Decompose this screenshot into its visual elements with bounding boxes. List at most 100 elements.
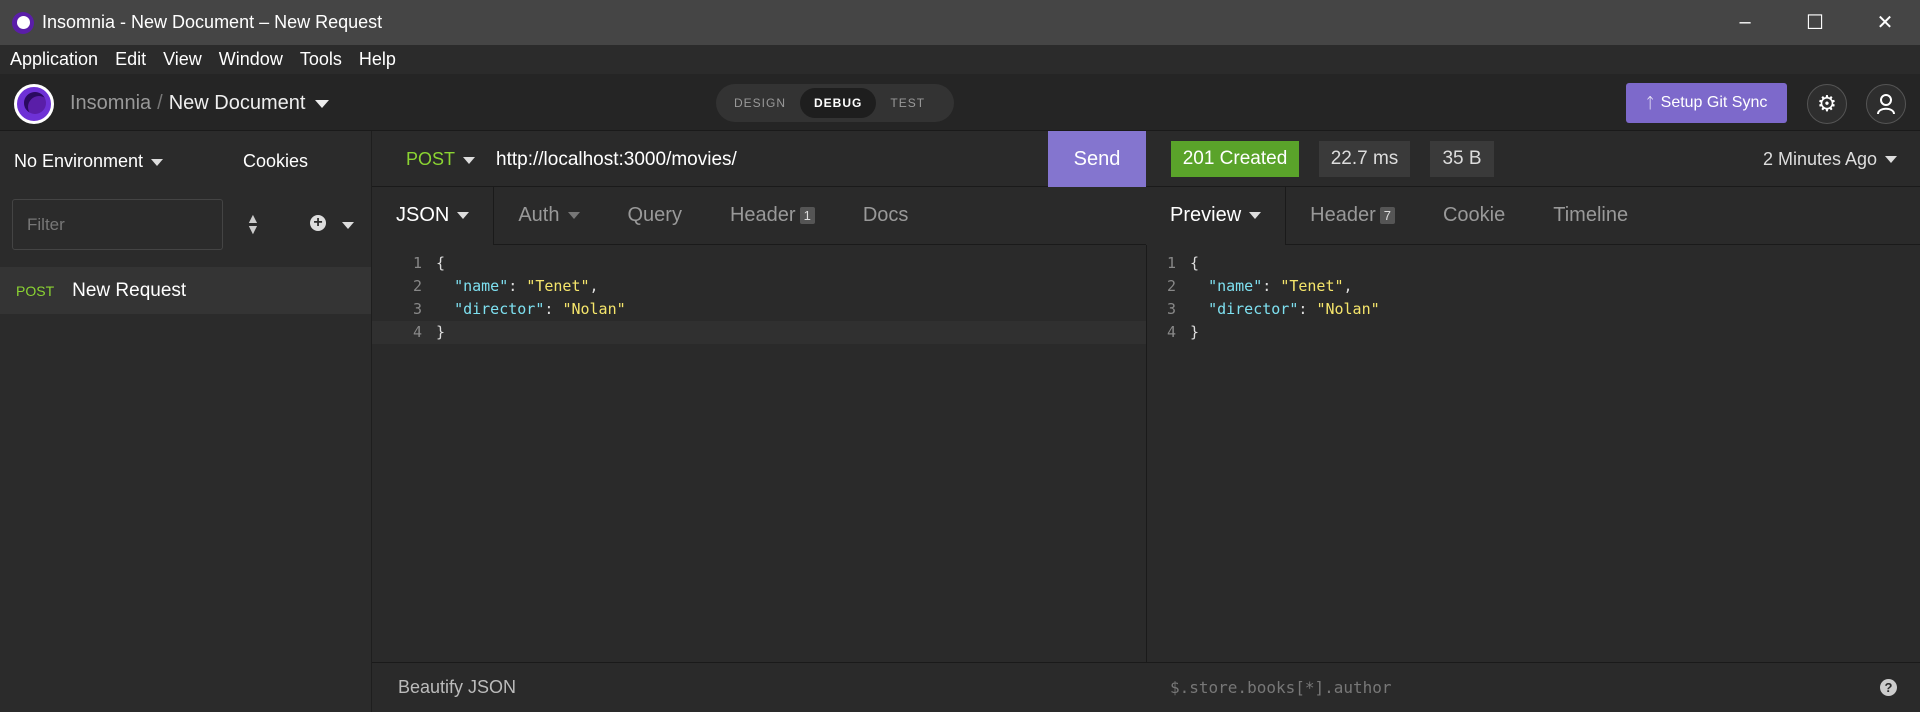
line-number: 3: [412, 300, 422, 318]
tab-preview-label: Preview: [1170, 204, 1242, 226]
method-dropdown[interactable]: POST: [406, 149, 476, 170]
json-value: "Tenet": [1280, 277, 1344, 295]
tab-header[interactable]: Header 1: [706, 187, 839, 245]
response-age: 2 Minutes Ago: [1762, 148, 1878, 169]
sort-icon[interactable]: ▲ ▼: [246, 211, 260, 236]
breadcrumb-separator: /: [157, 92, 163, 114]
code-text: {: [436, 254, 446, 272]
chevron-down-icon: [151, 158, 164, 166]
sidebar-filter-input[interactable]: Filter: [12, 199, 223, 250]
url-input[interactable]: http://localhost:3000/movies/: [496, 149, 737, 171]
line-number: 1: [1166, 254, 1176, 272]
cookies-button[interactable]: Cookies: [243, 151, 308, 172]
code-line: 1{: [372, 252, 1146, 275]
url-bar: POST http://localhost:3000/movies/ Send: [372, 131, 1146, 187]
tab-json[interactable]: JSON: [372, 186, 495, 245]
header-count-badge: 1: [799, 207, 815, 224]
code-line: 2 "name": "Tenet",: [372, 275, 1146, 298]
settings-gear-icon[interactable]: ⚙: [1807, 84, 1847, 124]
json-value: "Nolan": [1316, 300, 1380, 318]
code-line: 2 "name": "Tenet",: [1146, 275, 1920, 298]
breadcrumb-document[interactable]: New Document: [169, 92, 306, 114]
response-history-dropdown[interactable]: 2 Minutes Ago: [1750, 141, 1910, 177]
maximize-button[interactable]: ☐: [1780, 0, 1850, 45]
line-number: 4: [412, 323, 422, 341]
code-text: }: [436, 323, 446, 341]
breadcrumb-root[interactable]: Insomnia: [70, 92, 151, 114]
line-number: 3: [1166, 300, 1176, 318]
environment-dropdown[interactable]: No Environment: [14, 151, 164, 172]
chevron-down-icon: [457, 212, 470, 219]
window-titlebar: Insomnia - New Document – New Request – …: [0, 0, 1920, 45]
tab-auth-label: Auth: [518, 204, 560, 226]
request-name: New Request: [72, 279, 187, 301]
tab-query[interactable]: Query: [604, 187, 706, 245]
help-question-icon[interactable]: ?: [1880, 679, 1897, 696]
menu-tools[interactable]: Tools: [300, 49, 342, 70]
tab-docs[interactable]: Docs: [839, 187, 933, 245]
chevron-down-icon: [567, 212, 580, 219]
line-number: 2: [412, 277, 422, 295]
line-number: 1: [412, 254, 422, 272]
code-line: 3 "director": "Nolan": [372, 298, 1146, 321]
app-header: Insomnia / New Document DESIGN DEBUG TEST …: [0, 74, 1920, 131]
response-time-badge: 22.7 ms: [1319, 141, 1410, 177]
response-tabs: Preview Header 7 Cookie Timeline: [1146, 186, 1920, 245]
tab-preview[interactable]: Preview: [1146, 186, 1287, 245]
code-line: 3 "director": "Nolan": [1146, 298, 1920, 321]
tab-header-label: Header: [729, 204, 796, 226]
minimize-button[interactable]: –: [1710, 0, 1780, 45]
chevron-down-icon: [1885, 155, 1898, 163]
response-filter-placeholder: $.store.books[*].author: [1170, 678, 1392, 697]
response-status-bar: 201 Created 22.7 ms 35 B 2 Minutes Ago: [1146, 131, 1920, 187]
breadcrumb: Insomnia / New Document: [70, 92, 330, 115]
menu-view[interactable]: View: [163, 49, 202, 70]
chevron-down-icon[interactable]: [342, 222, 354, 229]
tab-test[interactable]: TEST: [876, 88, 939, 118]
tab-auth[interactable]: Auth: [494, 187, 603, 245]
code-text: {: [1190, 254, 1200, 272]
json-key: "name": [454, 277, 509, 295]
json-key: "director": [1208, 300, 1299, 318]
response-body-viewer[interactable]: 1{ 2 "name": "Tenet", 3 "director": "Nol…: [1146, 252, 1920, 344]
menu-help[interactable]: Help: [359, 49, 396, 70]
tab-timeline[interactable]: Timeline: [1529, 187, 1652, 245]
chevron-down-icon[interactable]: [315, 99, 330, 108]
insomnia-app-icon: [12, 11, 34, 34]
line-number: 2: [1166, 277, 1176, 295]
git-branch-icon: ᛏ: [1645, 94, 1655, 112]
tab-design[interactable]: DESIGN: [720, 88, 800, 118]
status-code-badge: 201 Created: [1171, 141, 1299, 177]
method-label: POST: [406, 149, 456, 169]
code-line: 4}: [1146, 321, 1920, 344]
code-line: 4}: [372, 321, 1146, 344]
json-key: "name": [1208, 277, 1263, 295]
tab-cookie[interactable]: Cookie: [1419, 187, 1529, 245]
send-button[interactable]: Send: [1048, 131, 1146, 187]
request-tabs: JSON Auth Query Header 1 Docs: [372, 186, 1146, 245]
close-button[interactable]: ✕: [1850, 0, 1920, 45]
request-body-editor[interactable]: 1{ 2 "name": "Tenet", 3 "director": "Nol…: [372, 252, 1146, 344]
json-value: "Tenet": [526, 277, 590, 295]
mode-switcher: DESIGN DEBUG TEST: [716, 84, 954, 122]
menu-edit[interactable]: Edit: [115, 49, 146, 70]
menu-application[interactable]: Application: [10, 49, 98, 70]
request-list-item[interactable]: POST New Request: [0, 267, 371, 314]
line-number: 4: [1166, 323, 1176, 341]
beautify-json-button[interactable]: Beautify JSON: [372, 662, 1146, 712]
response-filter-input[interactable]: $.store.books[*].author ?: [1146, 662, 1920, 712]
tab-debug[interactable]: DEBUG: [800, 88, 877, 118]
menu-bar: Application Edit View Window Tools Help: [0, 45, 1920, 74]
menu-window[interactable]: Window: [219, 49, 283, 70]
tab-response-header[interactable]: Header 7: [1286, 187, 1419, 245]
setup-git-sync-button[interactable]: ᛏ Setup Git Sync: [1626, 83, 1787, 123]
response-header-count-badge: 7: [1379, 207, 1395, 224]
add-plus-icon[interactable]: +: [310, 215, 326, 231]
chevron-down-icon: [463, 156, 476, 164]
tab-json-label: JSON: [396, 204, 450, 226]
response-size-badge: 35 B: [1430, 141, 1494, 177]
code-line: 1{: [1146, 252, 1920, 275]
code-text: }: [1190, 323, 1200, 341]
account-user-icon[interactable]: [1866, 84, 1906, 124]
insomnia-logo-icon[interactable]: [14, 84, 54, 124]
